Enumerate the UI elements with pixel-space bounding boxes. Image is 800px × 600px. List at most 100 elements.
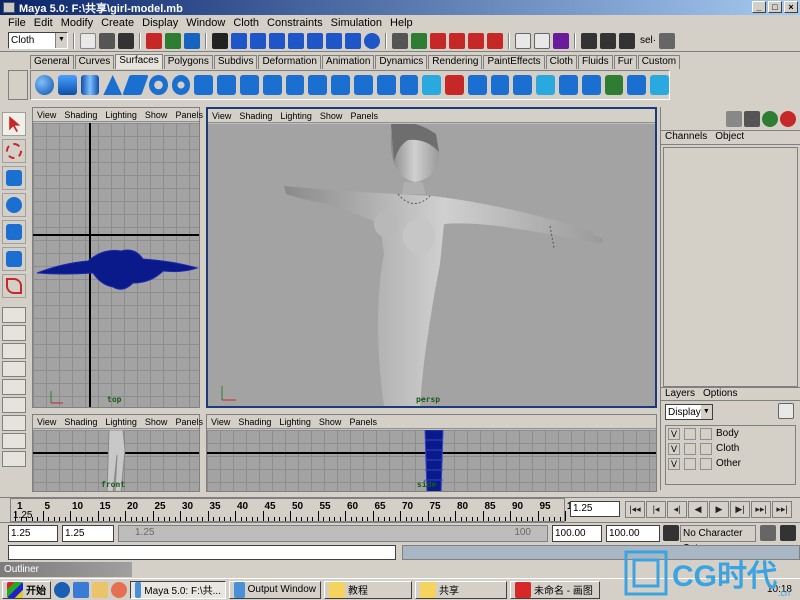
panel-menu-panels[interactable]: Panels — [175, 110, 203, 120]
revolve-icon[interactable] — [194, 75, 214, 95]
tab-general[interactable]: General — [30, 55, 74, 69]
layer-color-swatch[interactable] — [700, 427, 712, 440]
panel-menu-shading[interactable]: Shading — [64, 417, 97, 427]
shelf-menu-button[interactable] — [8, 70, 28, 100]
tab-subdivs[interactable]: Subdivs — [213, 55, 258, 69]
panel-menu-lighting[interactable]: Lighting — [280, 111, 312, 121]
insert-isoparm-icon[interactable] — [558, 75, 578, 95]
minimize-button[interactable]: _ — [752, 1, 766, 13]
nurbs-cube-icon[interactable] — [57, 75, 77, 95]
new-layer-icon[interactable] — [778, 403, 794, 419]
select-rendering-icon[interactable] — [345, 32, 361, 49]
layer-color-swatch[interactable] — [700, 442, 712, 455]
select-deformation-icon[interactable] — [307, 32, 323, 49]
layer-type-dropdown[interactable]: Display ▼ — [665, 404, 713, 420]
lock-icon[interactable] — [392, 32, 408, 49]
new-scene-icon[interactable] — [80, 32, 96, 49]
panel-menu-lighting[interactable]: Lighting — [105, 110, 137, 120]
square-icon[interactable] — [331, 75, 350, 95]
step-forward-key-button[interactable]: ▸▸| — [751, 501, 771, 518]
scale-tool[interactable] — [2, 220, 26, 244]
task-shared-folder[interactable]: 共享 — [415, 580, 507, 599]
manipulator-tool[interactable] — [2, 247, 26, 271]
select-tool[interactable] — [2, 112, 26, 136]
playback-start-field[interactable]: 1.25 — [62, 525, 114, 542]
character-set-field[interactable]: No Character Set — [680, 525, 756, 554]
tab-animation[interactable]: Animation — [321, 55, 375, 69]
maximize-button[interactable]: □ — [768, 1, 782, 13]
menu-create[interactable]: Create — [97, 17, 138, 29]
bevel-icon[interactable] — [353, 75, 373, 95]
tool-settings-icon[interactable] — [762, 110, 778, 127]
move-tool[interactable] — [2, 166, 26, 190]
offset-icon[interactable] — [604, 75, 624, 95]
media-player-icon[interactable] — [111, 581, 127, 598]
key-icon[interactable] — [760, 525, 776, 541]
layout-custom-3[interactable] — [2, 451, 26, 467]
layer-visibility-toggle[interactable]: V — [668, 427, 680, 440]
step-back-frame-button[interactable]: ◂| — [667, 501, 687, 518]
extrude-icon[interactable] — [262, 75, 282, 95]
outliner-window-title[interactable]: Outliner — [0, 562, 132, 577]
layer-row-body[interactable]: V Body — [666, 426, 795, 441]
nurbs-plane-icon[interactable] — [122, 75, 149, 95]
lasso-tool[interactable] — [2, 139, 26, 163]
menu-cloth[interactable]: Cloth — [229, 17, 263, 29]
step-back-key-button[interactable]: |◂ — [646, 501, 666, 518]
task-tutorial-folder[interactable]: 教程 — [324, 580, 412, 599]
playback-end-field[interactable]: 100.00 — [552, 525, 602, 542]
ipr-icon[interactable] — [553, 32, 569, 49]
layer-type-toggle[interactable] — [684, 427, 696, 440]
animation-preferences-icon[interactable] — [780, 525, 796, 541]
current-frame-field[interactable]: 1.25 — [570, 501, 620, 517]
selection-mode-label[interactable]: sel· — [640, 35, 656, 46]
time-slider-track[interactable]: 1.25 1 5 10 15 20 25 30 35 40 45 50 55 60 65 70 75 80 85 9… — [10, 498, 573, 522]
snap-grid-icon[interactable] — [411, 32, 427, 49]
panel-menu-shading[interactable]: Shading — [239, 111, 272, 121]
outlook-express-icon[interactable] — [73, 581, 89, 598]
layer-visibility-toggle[interactable]: V — [668, 457, 680, 470]
sculpt-icon[interactable] — [650, 75, 669, 95]
play-forwards-button[interactable]: ▶ — [709, 501, 729, 518]
viewport-front[interactable]: front — [33, 430, 199, 491]
tab-painteffects[interactable]: PaintEffects — [483, 55, 545, 69]
align-icon[interactable] — [513, 75, 533, 95]
layout-single-perspective[interactable] — [2, 307, 26, 323]
snap-point-icon[interactable] — [449, 32, 465, 49]
start-button[interactable]: 开始 — [2, 580, 51, 599]
layout-four-view[interactable] — [2, 325, 26, 341]
select-component-icon[interactable] — [184, 32, 200, 49]
tab-fluids[interactable]: Fluids — [578, 55, 613, 69]
animation-end-field[interactable]: 100.00 — [606, 525, 660, 542]
menu-display[interactable]: Display — [138, 17, 182, 29]
tab-curves[interactable]: Curves — [74, 55, 115, 69]
layout-custom-1[interactable] — [2, 415, 26, 431]
menu-file[interactable]: File — [4, 17, 30, 29]
panel-top[interactable]: View Shading Lighting Show Panels top — [32, 107, 203, 408]
select-handle-icon[interactable] — [231, 32, 247, 49]
step-forward-frame-button[interactable]: ▶| — [730, 501, 750, 518]
tab-surfaces[interactable]: Surfaces — [115, 54, 163, 69]
construction-icon[interactable] — [534, 32, 550, 49]
panel-menu-panels[interactable]: Panels — [350, 111, 378, 121]
menu-edit[interactable]: Edit — [30, 17, 57, 29]
go-to-start-button[interactable]: |◂◂ — [625, 501, 645, 518]
extend-icon[interactable] — [581, 75, 601, 95]
layer-row-other[interactable]: V Other — [666, 456, 795, 471]
show-desktop-icon[interactable] — [92, 581, 108, 598]
menu-set-dropdown[interactable]: Cloth ▼ — [8, 32, 68, 49]
panel-menu-shading[interactable]: Shading — [64, 110, 97, 120]
layer-visibility-toggle[interactable]: V — [668, 442, 680, 455]
layout-custom-2[interactable] — [2, 433, 26, 449]
character-set-icon[interactable] — [663, 525, 679, 541]
history-icon[interactable] — [515, 32, 531, 49]
menu-window[interactable]: Window — [182, 17, 229, 29]
open-close-icon[interactable] — [536, 75, 555, 95]
task-maya[interactable]: Maya 5.0: F:\共... — [130, 580, 226, 599]
tab-fur[interactable]: Fur — [613, 55, 637, 69]
make-live-icon[interactable] — [487, 32, 503, 49]
selection-mode-icon[interactable] — [659, 32, 676, 49]
select-joint-icon[interactable] — [250, 32, 266, 49]
task-paint[interactable]: 未命名 - 画图 — [510, 580, 600, 599]
nurbs-sphere-icon[interactable] — [35, 75, 54, 95]
